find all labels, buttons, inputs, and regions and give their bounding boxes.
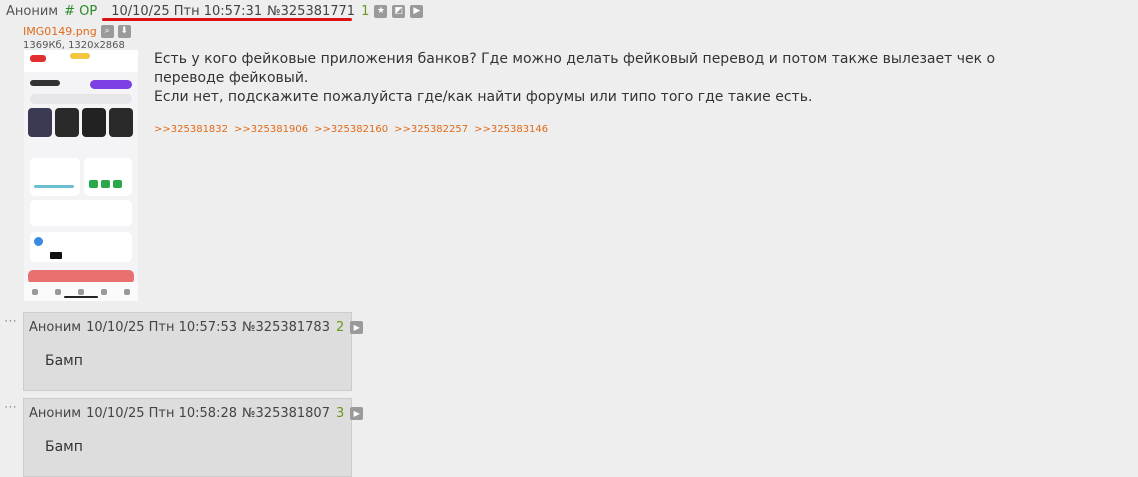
reply-author: Аноним <box>29 319 82 335</box>
star-icon[interactable]: ★ <box>374 4 388 18</box>
file-info: IMG0149.png ⌕ ⬇ 1369Кб, 1320x2868 <box>23 23 131 51</box>
op-trip: # OP <box>64 3 98 19</box>
reply-dots-icon: ⋯ <box>4 314 17 329</box>
reply-ordinal: 3 <box>335 405 345 421</box>
reply-post-number[interactable]: №325381807 <box>242 406 330 421</box>
reply-links: >>325381832 >>325381906 >>325382160 >>32… <box>154 124 548 135</box>
play-icon[interactable]: ▶ <box>410 4 424 18</box>
reply-post-number[interactable]: №325381783 <box>242 320 330 335</box>
reply-link[interactable]: >>325381906 <box>234 124 308 135</box>
image-thumbnail[interactable] <box>24 50 138 301</box>
reply-post: Аноним 10/10/25 Птн 10:57:53 №325381783 … <box>23 312 364 391</box>
reply-link[interactable]: >>325382257 <box>394 124 468 135</box>
op-paragraph: Есть у кого фейковые приложения банков? … <box>154 51 996 86</box>
file-name-link[interactable]: IMG0149.png <box>23 25 97 38</box>
reply-link[interactable]: >>325383146 <box>474 124 548 135</box>
reply-author: Аноним <box>29 405 82 421</box>
op-date: 10/10/25 Птн 10:57:31 <box>111 3 263 19</box>
reply-header: Аноним 10/10/25 Птн 10:57:53 №325381783 … <box>29 318 364 336</box>
hide-icon[interactable]: ◩ <box>392 4 406 18</box>
reply-header: Аноним 10/10/25 Птн 10:58:28 №325381807 … <box>29 404 364 422</box>
reply-ordinal: 2 <box>335 319 345 335</box>
op-paragraph: Если нет, подскажите пожалуйста где/как … <box>154 89 813 105</box>
red-underline-annotation <box>102 18 352 21</box>
reply-date: 10/10/25 Птн 10:58:28 <box>86 405 237 421</box>
reply-dots-icon: ⋯ <box>4 400 17 415</box>
reply-link[interactable]: >>325382160 <box>314 124 388 135</box>
reply-post: Аноним 10/10/25 Птн 10:58:28 №325381807 … <box>23 398 364 477</box>
search-icon[interactable]: ⌕ <box>100 24 114 38</box>
play-icon[interactable]: ▶ <box>350 320 364 334</box>
reply-link[interactable]: >>325381832 <box>154 124 228 135</box>
op-ordinal: 1 <box>361 3 370 19</box>
op-post-number[interactable]: №325381771 <box>267 4 355 19</box>
download-icon[interactable]: ⬇ <box>117 24 131 38</box>
op-message: Есть у кого фейковые приложения банков? … <box>154 50 1034 107</box>
reply-message: Бамп <box>45 353 83 369</box>
reply-date: 10/10/25 Птн 10:57:53 <box>86 319 237 335</box>
reply-message: Бамп <box>45 439 83 455</box>
op-author: Аноним <box>6 3 59 19</box>
play-icon[interactable]: ▶ <box>350 406 364 420</box>
